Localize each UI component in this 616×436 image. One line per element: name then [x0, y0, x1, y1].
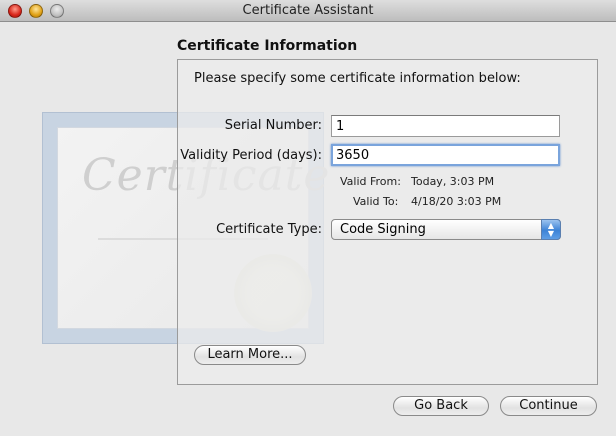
intro-text: Please specify some certificate informat… — [194, 71, 521, 86]
serial-number-input[interactable] — [331, 115, 560, 137]
valid-from-label: Valid From: — [340, 175, 401, 188]
certificate-info-panel: Please specify some certificate informat… — [177, 59, 598, 385]
learn-more-button[interactable]: Learn More... — [194, 345, 306, 365]
valid-to-value: 4/18/20 3:03 PM — [411, 195, 502, 208]
certificate-type-value: Code Signing — [340, 222, 426, 237]
popup-arrows-icon[interactable]: ▲ ▼ — [541, 219, 561, 240]
certificate-type-label: Certificate Type: — [216, 222, 322, 237]
certificate-assistant-window: Certificate Assistant Certificate Certif… — [0, 0, 616, 436]
continue-button[interactable]: Continue — [500, 396, 597, 416]
go-back-button[interactable]: Go Back — [393, 396, 489, 416]
validity-period-input[interactable] — [331, 144, 560, 166]
certificate-type-popup[interactable]: Code Signing ▲ ▼ — [331, 219, 561, 240]
valid-from-value: Today, 3:03 PM — [411, 175, 495, 188]
title-bar[interactable]: Certificate Assistant — [0, 0, 616, 22]
serial-number-label: Serial Number: — [224, 118, 322, 133]
window-title: Certificate Assistant — [242, 3, 374, 18]
section-title: Certificate Information — [177, 38, 358, 54]
validity-period-label: Validity Period (days): — [180, 148, 322, 163]
valid-to-label: Valid To: — [353, 195, 399, 208]
